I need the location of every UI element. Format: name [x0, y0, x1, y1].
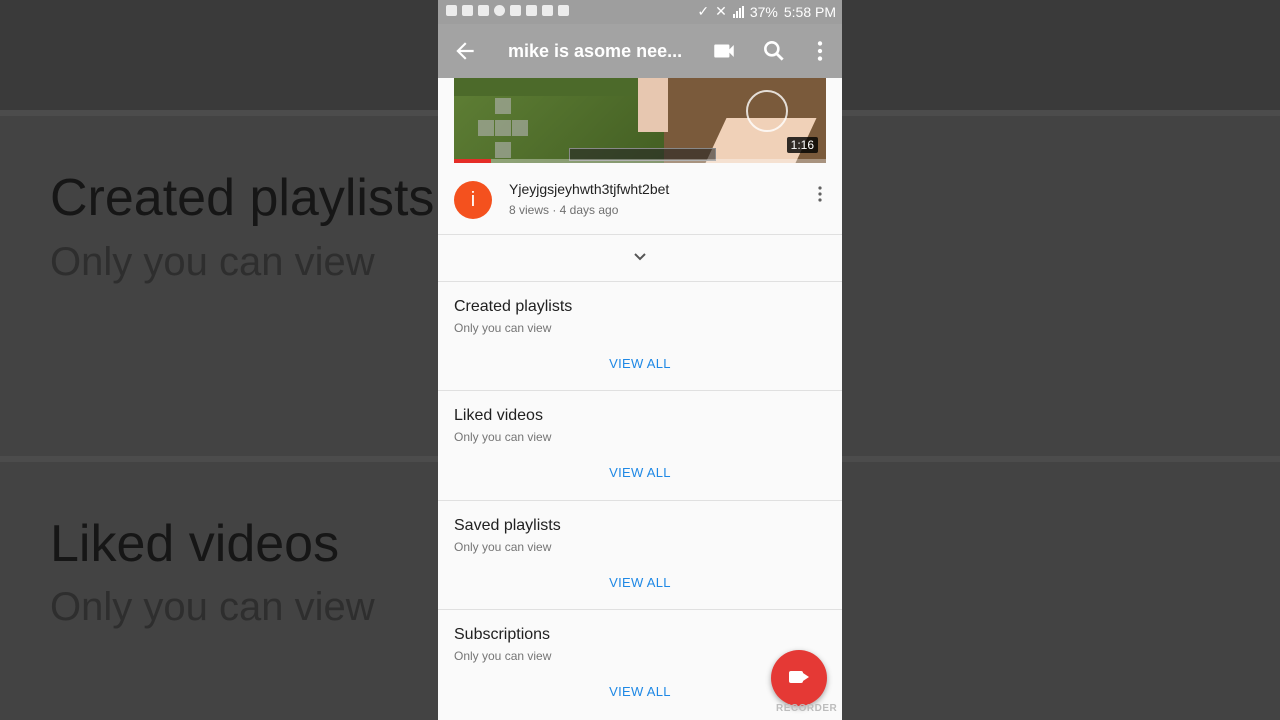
- video-camera-icon: [803, 673, 809, 681]
- section-subtitle: Only you can view: [454, 430, 552, 444]
- background-subtitle: Only you can view: [50, 585, 375, 629]
- notification-icon: [446, 5, 457, 16]
- check-icon: ✓: [697, 3, 710, 19]
- view-all-button[interactable]: VIEW ALL: [438, 356, 842, 371]
- video-thumbnail[interactable]: 1:16: [454, 78, 826, 163]
- notification-icon: [478, 5, 489, 16]
- page-title: mike is asome nee...: [508, 41, 683, 61]
- video-title[interactable]: Yjeyjgsjeyhwth3tjfwht2bet: [509, 181, 669, 197]
- section-title: Subscriptions: [454, 626, 551, 643]
- status-bar: ✓ ✕ 37% 5:58 PM: [438, 0, 842, 24]
- back-arrow-icon[interactable]: [452, 38, 478, 64]
- thumbnail-dpad: [478, 98, 528, 158]
- youtube-notification-icon: [542, 5, 553, 16]
- section-saved-playlists: Saved playlists Only you can view VIEW A…: [438, 501, 842, 609]
- recorder-label: RECORDER: [776, 703, 838, 714]
- section-title: Saved playlists: [454, 517, 561, 534]
- more-vert-icon[interactable]: [807, 38, 833, 64]
- battery-percent: 37%: [749, 3, 778, 20]
- video-progress-fill: [454, 159, 492, 163]
- background-subtitle: Only you can view: [50, 240, 375, 284]
- notification-icon: [494, 5, 505, 16]
- thumbnail-circle: [746, 90, 788, 132]
- section-title: Liked videos: [454, 407, 543, 424]
- video-meta: 8 views · 4 days ago: [509, 203, 619, 217]
- video-duration: 1:16: [786, 137, 818, 153]
- section-subtitle: Only you can view: [454, 540, 552, 554]
- section-created-playlists: Created playlists Only you can view VIEW…: [438, 282, 842, 390]
- video-camera-icon: [789, 671, 803, 683]
- notification-icon: [462, 5, 473, 16]
- section-liked-videos: Liked videos Only you can view VIEW ALL: [438, 391, 842, 499]
- mute-icon: ✕: [715, 3, 727, 19]
- youtube-notification-icon: [510, 5, 521, 16]
- youtube-notification-icon: [526, 5, 537, 16]
- recorder-fab-button[interactable]: [771, 650, 827, 706]
- chevron-down-icon[interactable]: [630, 250, 650, 264]
- video-item[interactable]: i Yjeyjgsjeyhwth3tjfwht2bet 8 views · 4 …: [438, 164, 842, 234]
- video-camera-icon[interactable]: [711, 38, 737, 64]
- app-bar: mike is asome nee...: [438, 24, 842, 78]
- view-all-button[interactable]: VIEW ALL: [438, 575, 842, 590]
- status-right: ✓ ✕ 37% 5:58 PM: [697, 3, 836, 20]
- thumbnail-figure: [638, 78, 668, 132]
- youtube-notification-icon: [558, 5, 569, 16]
- divider: [438, 234, 842, 235]
- view-all-button[interactable]: VIEW ALL: [438, 465, 842, 480]
- clock: 5:58 PM: [783, 3, 836, 20]
- section-subtitle: Only you can view: [454, 649, 552, 663]
- signal-icon: [732, 5, 744, 18]
- video-more-icon[interactable]: [818, 186, 822, 202]
- phone-screen: ✓ ✕ 37% 5:58 PM mike is asome nee... 1:1…: [438, 0, 842, 720]
- background-title: Liked videos: [50, 515, 340, 573]
- video-progress-bar: [454, 159, 826, 163]
- search-icon[interactable]: [761, 38, 787, 64]
- notification-icons: [446, 5, 569, 16]
- avatar[interactable]: i: [454, 181, 492, 219]
- section-subtitle: Only you can view: [454, 321, 552, 335]
- background-title: Created playlists: [50, 169, 435, 227]
- section-title: Created playlists: [454, 298, 573, 315]
